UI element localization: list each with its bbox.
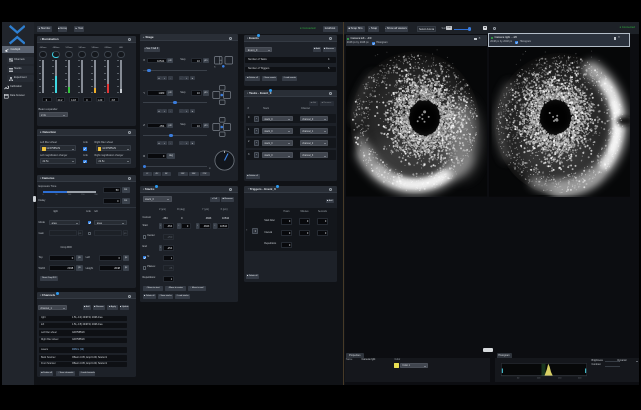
svg-text:x: x (214, 64, 216, 68)
svg-text:50: 50 (517, 377, 520, 378)
svg-text:100: 100 (537, 377, 541, 378)
svg-text:200: 200 (578, 377, 582, 378)
svg-text:150: 150 (558, 377, 562, 378)
